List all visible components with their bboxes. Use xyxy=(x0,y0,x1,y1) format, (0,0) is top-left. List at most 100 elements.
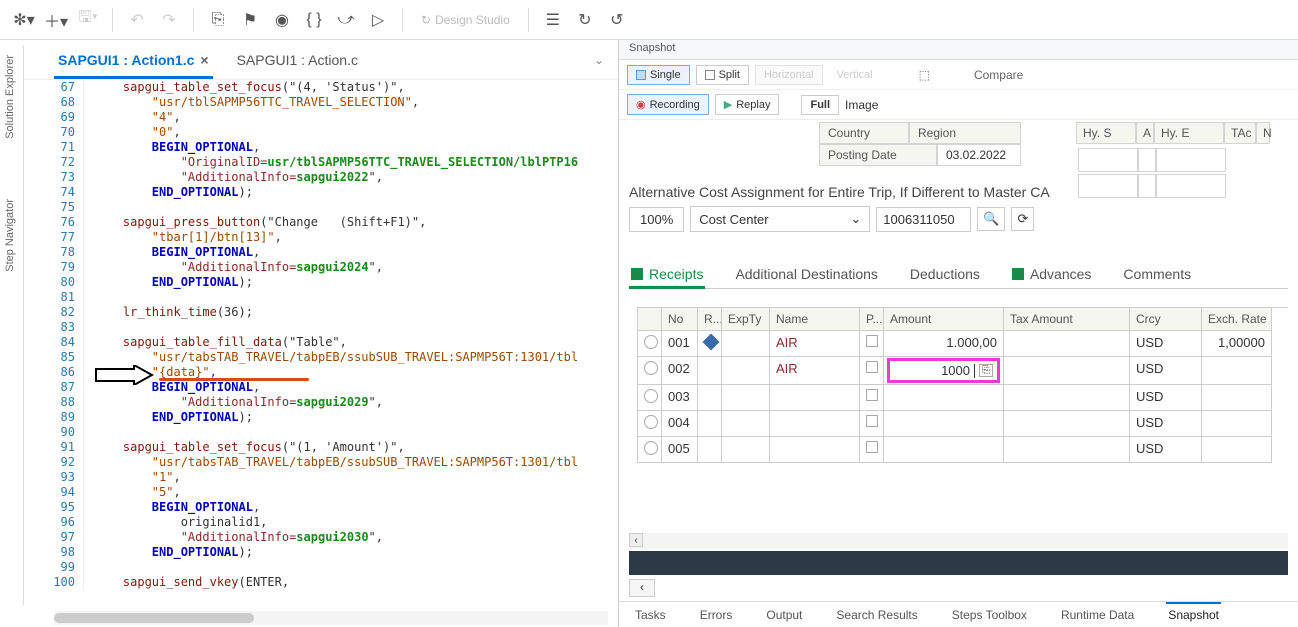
region-label: Region xyxy=(909,122,1021,144)
recording-button[interactable]: ◉Recording xyxy=(627,94,709,115)
table-row[interactable]: 004USD xyxy=(638,411,1288,437)
row-radio[interactable] xyxy=(644,415,658,429)
chevron-down-icon: ⌄ xyxy=(850,211,861,227)
clock1-icon[interactable]: ↻ xyxy=(571,6,599,34)
scroll-left-icon[interactable]: ‹ xyxy=(629,533,643,547)
plus-menu-icon[interactable]: ＋▾ xyxy=(42,6,70,34)
main-toolbar: ✻▾ ＋▾ 🖫▾ ↶ ↷ ⎘ ⚑ ◉ { } ⤻ ▷ ↻Design Studi… xyxy=(0,0,1298,40)
diamond-icon xyxy=(703,334,720,351)
table-row[interactable]: 002AIR1000⎘USD xyxy=(638,357,1288,385)
close-icon[interactable]: × xyxy=(200,52,208,68)
status-bar xyxy=(629,551,1288,575)
tab-action[interactable]: SAPGUI1 : Action.c xyxy=(233,42,362,78)
design-studio-button[interactable]: ↻Design Studio xyxy=(413,13,518,27)
table-row[interactable]: 001AIR1.000,00USD1,00000 xyxy=(638,331,1288,357)
hys-label: Hy. S xyxy=(1076,122,1136,144)
bottom-tab-tasks[interactable]: Tasks xyxy=(633,604,668,626)
tab-receipts[interactable]: Receipts xyxy=(629,260,705,288)
grid-header: No R... ExpTy Name P... Amount Tax Amoun… xyxy=(638,308,1288,331)
underline-annotation xyxy=(159,378,309,381)
vertical-view-button: Vertical xyxy=(829,66,881,84)
row-radio[interactable] xyxy=(644,389,658,403)
compare-label[interactable]: Compare xyxy=(968,68,1029,82)
right-headers: Hy. S A Hy. E TAc N xyxy=(1076,122,1270,144)
flag-icon[interactable]: ⚑ xyxy=(236,6,264,34)
single-view-button[interactable]: Single xyxy=(627,65,690,85)
tab-deductions[interactable]: Deductions xyxy=(908,260,982,288)
full-button[interactable]: Full xyxy=(801,95,839,115)
tab-dropdown-icon[interactable]: ⌄ xyxy=(590,49,608,71)
editor-hscroll[interactable] xyxy=(54,611,608,625)
posting-date-label: Posting Date xyxy=(819,144,937,166)
amount-input-highlighted[interactable]: 1000⎘ xyxy=(887,358,1000,383)
left-sidebar: Solution Explorer Step Navigator xyxy=(0,45,24,605)
horizontal-view-button: Horizontal xyxy=(755,65,823,85)
code-editor[interactable]: 6768697071727374757677787980818283848586… xyxy=(24,80,618,627)
n-label: N xyxy=(1256,122,1270,144)
solution-explorer-tab[interactable]: Solution Explorer xyxy=(0,45,20,149)
hye-label: Hy. E xyxy=(1154,122,1224,144)
tab-advances[interactable]: Advances xyxy=(1010,260,1093,288)
line-gutter: 6768697071727374757677787980818283848586… xyxy=(34,80,84,590)
search-help-icon[interactable]: 🔍 xyxy=(977,207,1005,231)
editor-tabbar: SAPGUI1 : Action1.c× SAPGUI1 : Action.c … xyxy=(24,40,618,80)
right-input-strip xyxy=(1078,148,1268,200)
split-view-button[interactable]: Split xyxy=(696,65,749,85)
checkbox[interactable] xyxy=(866,335,878,347)
replay-button[interactable]: ▶Replay xyxy=(715,94,780,115)
snapshot-mode-toolbar: ◉Recording ▶Replay Full Image xyxy=(619,90,1298,120)
sap-app-view: Hy. S A Hy. E TAc N Country Region Posti… xyxy=(619,120,1298,627)
clock2-icon[interactable]: ↺ xyxy=(603,6,631,34)
asterisk-menu-icon[interactable]: ✻▾ xyxy=(10,6,38,34)
step-navigator-tab[interactable]: Step Navigator xyxy=(0,189,20,282)
table-row[interactable]: 003USD xyxy=(638,385,1288,411)
bottom-tabbar: Tasks Errors Output Search Results Steps Too… xyxy=(619,601,1298,627)
receipt-tabs: Receipts Additional Destinations Deducti… xyxy=(629,260,1288,289)
step-over-icon[interactable]: ⤻ xyxy=(332,6,360,34)
snapshot-view-toolbar: Single Split Horizontal Vertical ⬚ Compa… xyxy=(619,60,1298,90)
tab-additional-destinations[interactable]: Additional Destinations xyxy=(733,260,879,288)
app-hscroll[interactable]: ‹ xyxy=(629,533,1288,549)
receipts-grid: No R... ExpTy Name P... Amount Tax Amoun… xyxy=(637,307,1288,463)
posting-date-value[interactable]: 03.02.2022 xyxy=(937,144,1021,166)
row-radio[interactable] xyxy=(644,361,658,375)
checkbox[interactable] xyxy=(866,441,878,453)
play-icon[interactable]: ▷ xyxy=(364,6,392,34)
image-button[interactable]: Image xyxy=(845,98,878,112)
cost-center-select[interactable]: Cost Center⌄ xyxy=(690,206,870,232)
a-label: A xyxy=(1136,122,1154,144)
braces-icon[interactable]: { } xyxy=(300,6,328,34)
checkbox[interactable] xyxy=(866,389,878,401)
checkbox[interactable] xyxy=(866,415,878,427)
zoom-level[interactable]: 100% xyxy=(629,207,684,232)
refresh-icon[interactable]: ⟳ xyxy=(1011,207,1034,231)
bottom-tab-runtime-data[interactable]: Runtime Data xyxy=(1059,604,1136,626)
tab-comments[interactable]: Comments xyxy=(1121,260,1193,288)
save-icon[interactable]: 🖫▾ xyxy=(74,6,102,34)
bottom-tab-output[interactable]: Output xyxy=(764,604,804,626)
row-radio[interactable] xyxy=(644,441,658,455)
bottom-tab-errors[interactable]: Errors xyxy=(698,604,735,626)
checkbox[interactable] xyxy=(866,361,878,373)
snapshot-title: Snapshot xyxy=(619,40,1298,60)
table-row[interactable]: 005USD xyxy=(638,437,1288,463)
snapshot-panel: Snapshot Single Split Horizontal Vertica… xyxy=(619,40,1298,627)
list-icon[interactable]: ☰ xyxy=(539,6,567,34)
back-button[interactable]: ‹ xyxy=(629,579,655,597)
value-help-icon[interactable]: ⎘ xyxy=(979,364,993,377)
cost-center-value[interactable]: 1006311050 xyxy=(876,207,971,232)
cost-row: 100% Cost Center⌄ 1006311050 🔍 ⟳ xyxy=(629,206,1288,232)
redo-icon[interactable]: ↷ xyxy=(155,6,183,34)
tab-action1[interactable]: SAPGUI1 : Action1.c× xyxy=(54,42,213,78)
bottom-tab-snapshot[interactable]: Snapshot xyxy=(1166,602,1221,626)
code-content[interactable]: sapgui_table_set_focus("(4, 'Status')", … xyxy=(94,80,618,590)
bottom-tab-search-results[interactable]: Search Results xyxy=(834,604,919,626)
undo-icon[interactable]: ↶ xyxy=(123,6,151,34)
code-panel: SAPGUI1 : Action1.c× SAPGUI1 : Action.c … xyxy=(24,40,619,627)
record-icon[interactable]: ◉ xyxy=(268,6,296,34)
row-radio[interactable] xyxy=(644,335,658,349)
bottom-tab-steps-toolbox[interactable]: Steps Toolbox xyxy=(950,604,1029,626)
sync-icon[interactable]: ⬚ xyxy=(913,68,936,82)
breakpoint-icon[interactable]: ⎘ xyxy=(204,6,232,34)
country-label: Country xyxy=(819,122,909,144)
